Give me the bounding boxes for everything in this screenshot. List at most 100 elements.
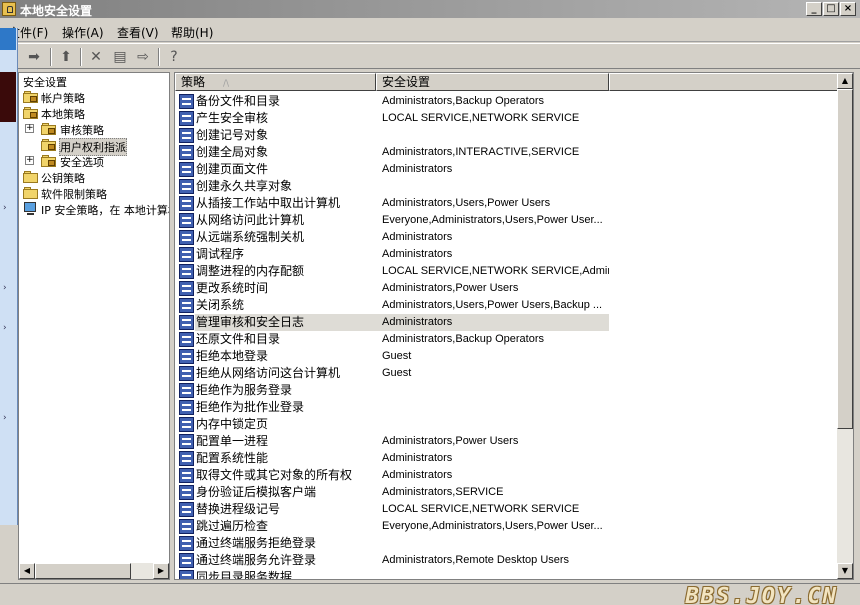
background-window-image <box>0 72 16 122</box>
table-row[interactable]: 创建记号对象 <box>175 127 839 144</box>
security-setting-value: LOCAL SERVICE,NETWORK SERVICE <box>382 503 580 515</box>
tree-item-label: 安全设置 <box>23 76 67 89</box>
policy-name: 拒绝作为批作业登录 <box>196 400 305 414</box>
table-row[interactable]: 替换进程级记号 LOCAL SERVICE,NETWORK SERVICE <box>175 501 839 518</box>
table-row[interactable]: 调试程序 Administrators <box>175 246 839 263</box>
policy-icon <box>179 281 194 296</box>
table-row[interactable]: 拒绝作为服务登录 <box>175 382 839 399</box>
close-button[interactable]: × <box>840 2 856 16</box>
scroll-up-icon[interactable]: ▲ <box>837 73 853 89</box>
tree-item-label: 审核策略 <box>60 124 104 137</box>
table-row[interactable]: 管理审核和安全日志 Administrators <box>175 314 839 331</box>
policy-name: 从网络访问此计算机 <box>196 213 305 227</box>
expand-toggle[interactable]: + <box>25 156 34 165</box>
window-title: 本地安全设置 <box>20 4 93 18</box>
tree-item-label: 安全选项 <box>60 156 104 169</box>
table-row[interactable]: 拒绝从网络访问这台计算机 Guest <box>175 365 839 382</box>
policy-folder-icon <box>41 123 57 136</box>
computer-icon <box>23 202 39 216</box>
table-row[interactable]: 同步目录服务数据 <box>175 569 839 580</box>
table-row[interactable]: 从网络访问此计算机 Everyone,Administrators,Users,P… <box>175 212 839 229</box>
security-setting-value: Administrators,Users,Power Users <box>382 197 551 209</box>
delete-icon[interactable]: ✕ <box>86 47 106 67</box>
table-row[interactable]: 创建页面文件 Administrators <box>175 161 839 178</box>
menu-help[interactable]: 帮助(H) <box>171 24 213 41</box>
table-row[interactable]: 内存中锁定页 <box>175 416 839 433</box>
table-row[interactable]: 创建全局对象 Administrators,INTERACTIVE,SERVICE <box>175 144 839 161</box>
policy-name: 同步目录服务数据 <box>196 570 293 580</box>
security-setting-value: Everyone,Administrators,Users,Power User… <box>382 520 603 532</box>
table-row[interactable]: 还原文件和目录 Administrators,Backup Operators <box>175 331 839 348</box>
table-row[interactable]: 拒绝本地登录 Guest <box>175 348 839 365</box>
status-bar: BBS.JOY.CN <box>0 583 860 605</box>
folder-icon <box>23 187 39 200</box>
tree-pane: 安全设置 帐户策略 本地策略 + 审核策略 用户权利指派 + 安全选项 公钥策略… <box>18 72 170 580</box>
security-setting-value: Everyone,Administrators,Users,Power User… <box>382 214 603 226</box>
security-setting-value: Administrators <box>382 469 453 481</box>
policy-name: 创建全局对象 <box>196 145 269 159</box>
table-row[interactable]: 备份文件和目录 Administrators,Backup Operators <box>175 93 839 110</box>
chevron-icon: › <box>3 283 7 293</box>
table-row[interactable]: 身份验证后模拟客户端 Administrators,SERVICE <box>175 484 839 501</box>
tree-horizontal-scrollbar[interactable]: ◀ ▶ <box>19 563 169 579</box>
table-row[interactable]: 取得文件或其它对象的所有权 Administrators <box>175 467 839 484</box>
menu-view[interactable]: 查看(V) <box>117 24 159 41</box>
policy-icon <box>179 383 194 398</box>
menu-action[interactable]: 操作(A) <box>62 24 104 41</box>
policy-name: 从插接工作站中取出计算机 <box>196 196 341 210</box>
policy-name: 替换进程级记号 <box>196 502 281 516</box>
table-row[interactable]: 通过终端服务拒绝登录 <box>175 535 839 552</box>
security-setting-value: Administrators <box>382 248 453 260</box>
scroll-thumb[interactable] <box>837 89 853 429</box>
table-row[interactable]: 配置单一进程 Administrators,Power Users <box>175 433 839 450</box>
policy-folder-icon <box>41 139 57 152</box>
table-row[interactable]: 拒绝作为批作业登录 <box>175 399 839 416</box>
table-row[interactable]: 调整进程的内存配额 LOCAL SERVICE,NETWORK SERVICE,A… <box>175 263 839 280</box>
scroll-down-icon[interactable]: ▼ <box>837 563 853 579</box>
table-row[interactable]: 从远端系统强制关机 Administrators <box>175 229 839 246</box>
table-row[interactable]: 更改系统时间 Administrators,Power Users <box>175 280 839 297</box>
scroll-right-icon[interactable]: ▶ <box>153 563 169 579</box>
policy-name: 通过终端服务允许登录 <box>196 553 317 567</box>
policy-name: 身份验证后模拟客户端 <box>196 485 317 499</box>
policy-folder-icon <box>23 91 39 104</box>
expand-toggle[interactable]: + <box>25 124 34 133</box>
table-row[interactable]: 产生安全审核 LOCAL SERVICE,NETWORK SERVICE <box>175 110 839 127</box>
security-setting-value: Administrators,Remote Desktop Users <box>382 554 570 566</box>
column-header-policy[interactable]: 策略 /\ <box>175 73 376 91</box>
help-icon[interactable]: ? <box>164 47 184 67</box>
export-list-icon[interactable]: ⇨ <box>133 47 153 67</box>
sort-ascending-icon: /\ <box>223 79 230 89</box>
minimize-button[interactable]: _ <box>806 2 822 16</box>
policy-name: 备份文件和目录 <box>196 94 281 108</box>
column-header-label: 策略 <box>181 75 206 89</box>
policy-name: 通过终端服务拒绝登录 <box>196 536 317 550</box>
tree-item-label: 本地策略 <box>41 108 85 121</box>
policy-icon <box>179 196 194 211</box>
background-window-edge: › › › › <box>0 28 18 525</box>
policy-icon <box>179 536 194 551</box>
security-setting-value: Administrators,SERVICE <box>382 486 504 498</box>
properties-icon[interactable]: ▤ <box>110 47 130 67</box>
maximize-button[interactable]: □ <box>823 2 839 16</box>
table-row[interactable]: 创建永久共享对象 <box>175 178 839 195</box>
forward-icon[interactable]: ➡ <box>24 47 44 67</box>
policy-icon <box>179 519 194 534</box>
policy-icon <box>179 468 194 483</box>
table-row[interactable]: 通过终端服务允许登录 Administrators,Remote Desktop … <box>175 552 839 569</box>
policy-icon <box>179 145 194 160</box>
table-row[interactable]: 从插接工作站中取出计算机 Administrators,Users,Power U… <box>175 195 839 212</box>
column-header-security-setting[interactable]: 安全设置 <box>376 73 609 91</box>
column-header-empty <box>609 73 839 91</box>
table-row[interactable]: 关闭系统 Administrators,Users,Power Users,Bac… <box>175 297 839 314</box>
up-folder-icon[interactable]: ⬆ <box>56 47 76 67</box>
policy-name: 跳过遍历检查 <box>196 519 269 533</box>
scroll-left-icon[interactable]: ◀ <box>19 563 35 579</box>
table-row[interactable]: 配置系统性能 Administrators <box>175 450 839 467</box>
scroll-thumb[interactable] <box>35 563 131 579</box>
table-row[interactable]: 跳过遍历检查 Everyone,Administrators,Users,Powe… <box>175 518 839 535</box>
policy-name: 创建页面文件 <box>196 162 269 176</box>
policy-icon <box>179 434 194 449</box>
list-vertical-scrollbar[interactable]: ▲ ▼ <box>837 73 853 579</box>
security-setting-value <box>375 569 609 579</box>
